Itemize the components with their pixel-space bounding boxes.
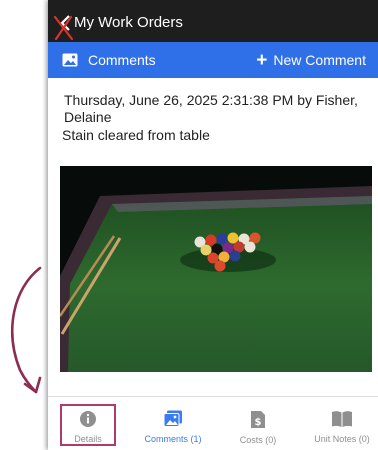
svg-text:$: $ (255, 417, 262, 428)
tab-costs-label: Costs (0) (239, 435, 277, 445)
plus-icon: + (256, 49, 268, 71)
phone-screen: My Work Orders Comments + New Comment Th… (48, 0, 378, 450)
tab-comments-label: Comments (1) (144, 434, 202, 444)
new-comment-button[interactable]: + New Comment (256, 42, 366, 78)
page-title: My Work Orders (74, 14, 183, 31)
new-comment-label: New Comment (273, 52, 366, 68)
annotation-highlight-box (60, 404, 116, 446)
comment-text: Stain cleared from table (62, 127, 210, 143)
comments-tab-label: Comments (88, 52, 156, 68)
image-icon (163, 410, 182, 427)
comment-meta: Thursday, June 26, 2025 2:31:38 PM by Fi… (64, 92, 358, 125)
image-icon (62, 53, 78, 67)
top-bar: My Work Orders (48, 0, 378, 42)
comments-toolbar: Comments + New Comment (48, 42, 378, 78)
tab-unit-notes[interactable]: Unit Notes (0) (306, 397, 378, 450)
book-icon (332, 411, 352, 427)
comments-tab[interactable]: Comments (62, 42, 156, 78)
tab-unit-notes-label: Unit Notes (0) (314, 434, 370, 444)
tab-comments[interactable]: Comments (1) (138, 397, 208, 450)
tab-costs[interactable]: $ Costs (0) (226, 397, 290, 450)
annotation-arrow (11, 266, 42, 394)
comment-photo[interactable] (60, 166, 372, 372)
annotation-cross-mark (53, 15, 74, 41)
dollar-doc-icon: $ (251, 411, 265, 428)
